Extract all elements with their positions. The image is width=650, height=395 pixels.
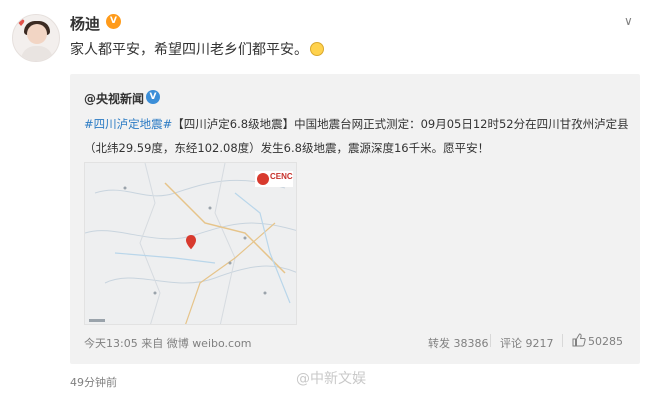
repost-text-line1: #四川泸定地震#【四川泸定6.8级地震】中国地震台网正式测定：09月05日12时…: [84, 116, 629, 132]
divider: [490, 334, 491, 347]
chevron-down-icon[interactable]: ∨: [624, 14, 633, 28]
map-image[interactable]: CENC: [84, 162, 297, 325]
watermark: @中新文娱: [296, 371, 366, 387]
comment-button[interactable]: 评论 9217: [500, 335, 554, 351]
avatar-face: [27, 24, 47, 44]
post-body: 家人都平安，希望四川老乡们都平安。: [70, 42, 308, 58]
post-source: 今天13:05 来自 微博 weibo.com: [84, 337, 252, 350]
repost-button[interactable]: 转发 38386: [428, 335, 489, 351]
username[interactable]: 杨迪: [70, 13, 100, 34]
thumbs-up-icon[interactable]: [572, 333, 586, 347]
post-time[interactable]: 49分钟前: [70, 374, 117, 390]
divider: [562, 334, 563, 347]
repost-author-link[interactable]: @央视新闻: [84, 90, 144, 107]
verified-blue-icon: V: [146, 90, 160, 104]
avatar-body: [21, 46, 53, 61]
hashtag-link[interactable]: #四川泸定地震#: [84, 117, 172, 131]
repost-text-line2: （北纬29.59度，东经102.08度）发生6.8级地震，震源深度16千米。愿平…: [84, 141, 490, 155]
like-count[interactable]: 50285: [588, 335, 623, 348]
post-text: 家人都平安，希望四川老乡们都平安。: [70, 39, 324, 59]
avatar[interactable]: ♥: [12, 14, 60, 62]
praying-emoji-icon: [310, 42, 324, 56]
repost-text-rest: 【四川泸定6.8级地震】中国地震台网正式测定：09月05日12时52分在四川甘孜…: [172, 117, 629, 131]
epicenter-marker-icon: [186, 235, 196, 250]
verified-badge-icon: V: [106, 14, 121, 29]
